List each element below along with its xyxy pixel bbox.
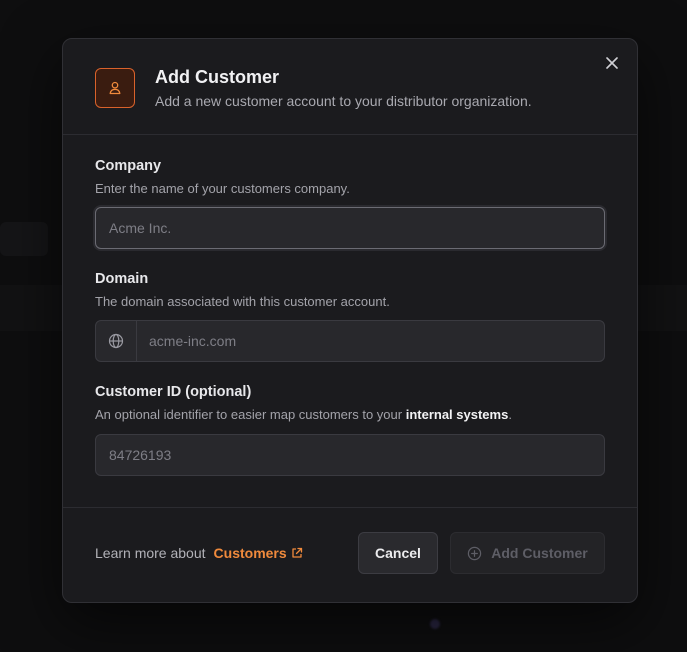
user-icon-badge [95, 68, 135, 108]
company-input[interactable]: Acme Inc. [95, 207, 605, 249]
dialog-header: Add Customer Add a new customer account … [63, 39, 637, 135]
customer-id-description-suffix: . [508, 407, 512, 422]
dialog-subtitle: Add a new customer account to your distr… [155, 93, 532, 109]
domain-input[interactable]: acme-inc.com [95, 320, 605, 362]
company-placeholder: Acme Inc. [109, 220, 172, 236]
company-label: Company [95, 158, 162, 174]
external-link-icon [292, 547, 302, 558]
customer-id-input[interactable]: 84726193 [95, 434, 605, 476]
domain-addon [96, 321, 137, 361]
dialog-title: Add Customer [155, 67, 280, 87]
company-description: Enter the name of your customers company… [95, 181, 350, 196]
plus-circle-icon [468, 546, 482, 560]
customer-id-label: Customer ID (optional) [95, 384, 252, 400]
user-icon [109, 81, 121, 95]
cancel-button[interactable]: Cancel [358, 532, 438, 574]
domain-label: Domain [95, 271, 149, 287]
customer-id-description-emphasis: internal systems [405, 407, 509, 422]
dialog-footer: Learn more about Customers Cancel Add Cu… [63, 507, 637, 602]
customers-link-label: Customers [213, 545, 287, 561]
add-customer-dialog: Add Customer Add a new customer account … [62, 38, 638, 603]
customer-id-description: An optional identifier to easier map cus… [95, 407, 512, 422]
customer-id-placeholder: 84726193 [109, 447, 172, 463]
learn-more: Learn more about Customers [95, 545, 303, 561]
add-customer-button-label: Add Customer [491, 545, 588, 561]
domain-description: The domain associated with this customer… [95, 294, 390, 309]
globe-icon [108, 333, 124, 349]
customers-link[interactable]: Customers [214, 545, 303, 561]
customer-id-description-text: An optional identifier to easier map cus… [95, 407, 406, 422]
domain-placeholder: acme-inc.com [149, 333, 237, 349]
learn-more-text: Learn more about [95, 545, 206, 561]
add-customer-button[interactable]: Add Customer [450, 532, 605, 574]
